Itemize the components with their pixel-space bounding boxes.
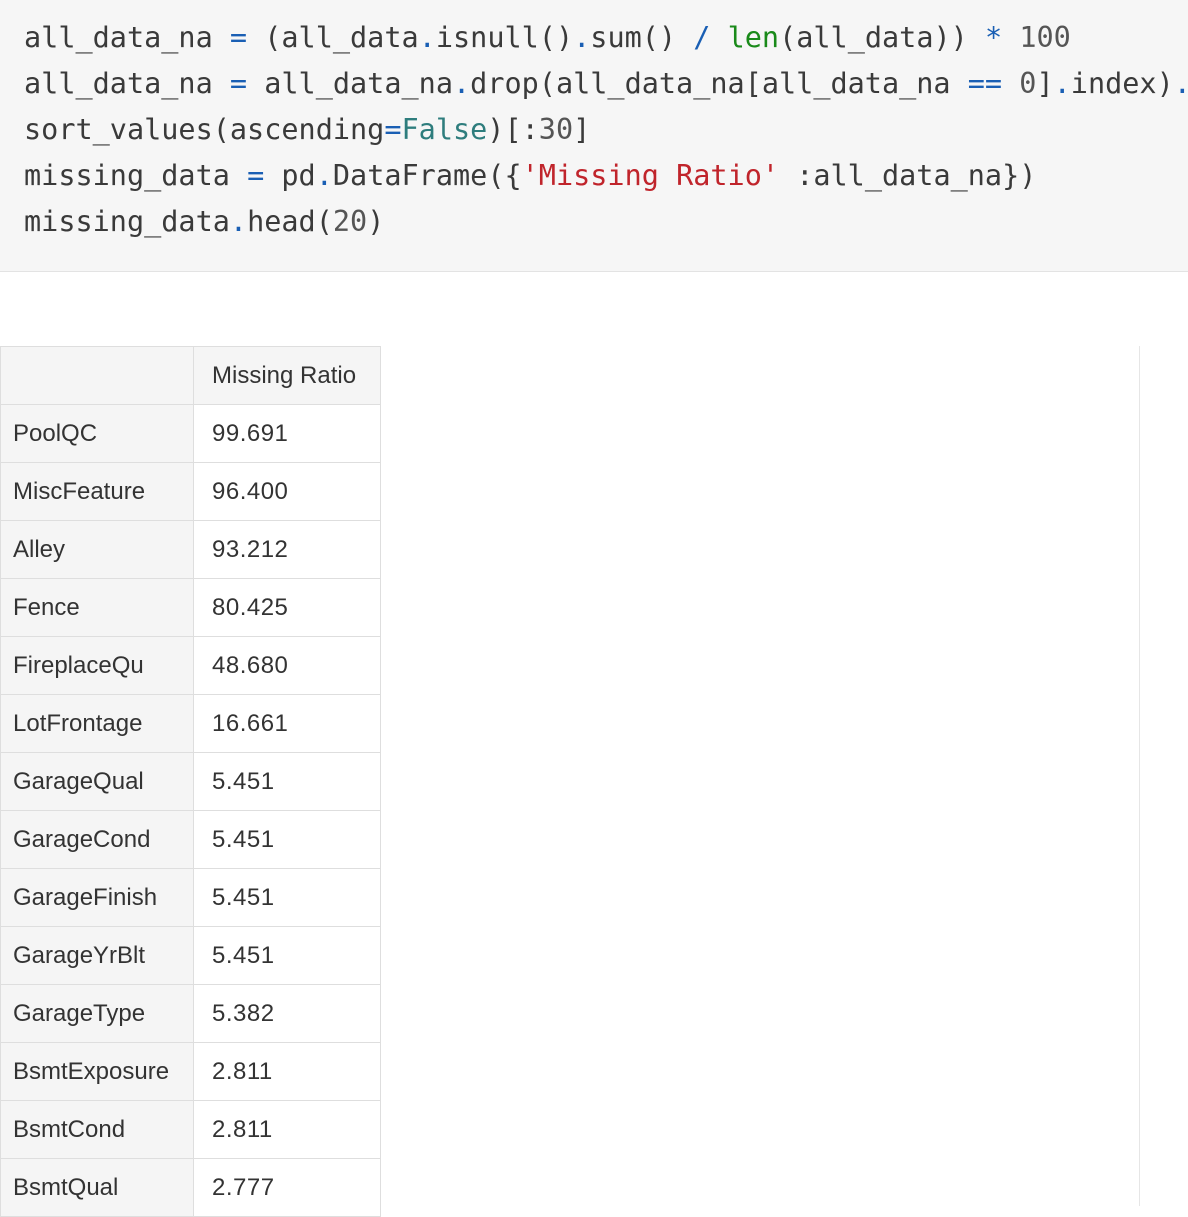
- table-row: Alley 93.212: [0, 520, 381, 579]
- row-index-label: Alley: [0, 520, 194, 579]
- index-header: [0, 346, 194, 405]
- code-token: missing_data: [24, 159, 248, 192]
- row-index-label: GarageCond: [0, 810, 194, 869]
- code-token: )[:: [487, 113, 539, 146]
- code-token: .: [573, 21, 591, 54]
- code-line-5: missing_data.head(20): [24, 199, 384, 245]
- code-token: =: [247, 159, 265, 192]
- code-token: all_data_na: [24, 67, 230, 100]
- cell-output: Missing Ratio PoolQC 99.691 MiscFeature 96.…: [0, 346, 1140, 1217]
- table-row: GarageYrBlt 5.451: [0, 926, 381, 985]
- code-line-4: missing_data = pd.DataFrame({'Missing Ra…: [24, 153, 1036, 199]
- table-row: GarageCond 5.451: [0, 810, 381, 869]
- code-token: 30: [538, 113, 574, 146]
- row-index-label: LotFrontage: [0, 694, 194, 753]
- code-token: /: [693, 21, 711, 54]
- code-token: len: [727, 21, 780, 54]
- code-token: ]: [1036, 67, 1054, 100]
- missing-ratio-value: 93.212: [193, 520, 381, 579]
- dataframe-table: Missing Ratio PoolQC 99.691 MiscFeature 96.…: [0, 346, 381, 1217]
- missing-ratio-value: 5.451: [193, 926, 381, 985]
- code-token: .: [229, 205, 248, 238]
- code-token: drop(all_data_na[all_data_na: [470, 67, 968, 100]
- missing-ratio-value: 2.811: [193, 1042, 381, 1101]
- code-token: ]: [573, 113, 591, 146]
- code-token: DataFrame({: [332, 159, 522, 192]
- row-index-label: GarageType: [0, 984, 194, 1043]
- table-row: LotFrontage 16.661: [0, 694, 381, 753]
- missing-ratio-value: 2.777: [193, 1158, 381, 1217]
- code-token: .: [418, 21, 436, 54]
- table-body: PoolQC 99.691 MiscFeature 96.400 Alley 93.212…: [0, 404, 381, 1217]
- column-header-missing-ratio: Missing Ratio: [193, 346, 381, 405]
- missing-ratio-value: 16.661: [193, 694, 381, 753]
- code-token: .: [315, 159, 333, 192]
- row-index-label: FireplaceQu: [0, 636, 194, 695]
- code-token: missing_data: [24, 205, 230, 238]
- code-token: all_data_na: [247, 67, 453, 100]
- table-row: MiscFeature 96.400: [0, 462, 381, 521]
- code-token: .: [1174, 67, 1188, 100]
- missing-ratio-value: 99.691: [193, 404, 381, 463]
- code-token: 0: [1019, 67, 1037, 100]
- table-row: BsmtQual 2.777: [0, 1158, 381, 1217]
- row-index-label: GarageYrBlt: [0, 926, 194, 985]
- code-line-2: all_data_na = all_data_na.drop(all_data_…: [24, 61, 1188, 107]
- code-token: sum(): [590, 21, 694, 54]
- table-header-row: Missing Ratio: [0, 346, 381, 405]
- code-token: *: [984, 21, 1003, 54]
- code-token: :all_data_na}): [779, 159, 1037, 192]
- code-token: =: [229, 67, 248, 100]
- row-index-label: Fence: [0, 578, 194, 637]
- row-index-label: BsmtQual: [0, 1158, 194, 1217]
- code-token: 20: [332, 205, 368, 238]
- code-line-1: all_data_na = (all_data.isnull().sum() /…: [24, 15, 1071, 61]
- code-token: ==: [967, 67, 1003, 100]
- code-token: pd: [264, 159, 316, 192]
- table-row: GarageType 5.382: [0, 984, 381, 1043]
- code-token: sort_values(ascending: [24, 113, 385, 146]
- missing-ratio-value: 48.680: [193, 636, 381, 695]
- code-token: (all_data: [247, 21, 419, 54]
- code-token: .: [1053, 67, 1071, 100]
- row-index-label: GarageFinish: [0, 868, 194, 927]
- row-index-label: PoolQC: [0, 404, 194, 463]
- code-token: .: [452, 67, 471, 100]
- code-token: (all_data)): [779, 21, 985, 54]
- code-token: =: [384, 113, 402, 146]
- row-index-label: GarageQual: [0, 752, 194, 811]
- missing-ratio-value: 5.451: [193, 810, 381, 869]
- row-index-label: MiscFeature: [0, 462, 194, 521]
- table-row: GarageFinish 5.451: [0, 868, 381, 927]
- row-index-label: BsmtCond: [0, 1100, 194, 1159]
- code-token: ): [367, 205, 385, 238]
- table-row: Fence 80.425: [0, 578, 381, 637]
- missing-ratio-value: 5.451: [193, 752, 381, 811]
- missing-ratio-value: 5.382: [193, 984, 381, 1043]
- code-line-3: sort_values(ascending=False)[:30]: [24, 107, 590, 153]
- code-token: False: [401, 113, 488, 146]
- code-token: isnull(): [435, 21, 574, 54]
- missing-ratio-value: 96.400: [193, 462, 381, 521]
- code-token: index): [1070, 67, 1174, 100]
- table-row: FireplaceQu 48.680: [0, 636, 381, 695]
- code-cell[interactable]: all_data_na = (all_data.isnull().sum() /…: [0, 0, 1188, 272]
- table-row: BsmtCond 2.811: [0, 1100, 381, 1159]
- missing-ratio-value: 5.451: [193, 868, 381, 927]
- code-token: 100: [1019, 21, 1071, 54]
- table-row: BsmtExposure 2.811: [0, 1042, 381, 1101]
- code-token: 'Missing Ratio': [521, 159, 780, 192]
- missing-ratio-value: 80.425: [193, 578, 381, 637]
- code-token: head(: [247, 205, 333, 238]
- code-token: =: [229, 21, 248, 54]
- row-index-label: BsmtExposure: [0, 1042, 194, 1101]
- table-row: PoolQC 99.691: [0, 404, 381, 463]
- code-token: all_data_na: [24, 21, 230, 54]
- table-row: GarageQual 5.451: [0, 752, 381, 811]
- missing-ratio-value: 2.811: [193, 1100, 381, 1159]
